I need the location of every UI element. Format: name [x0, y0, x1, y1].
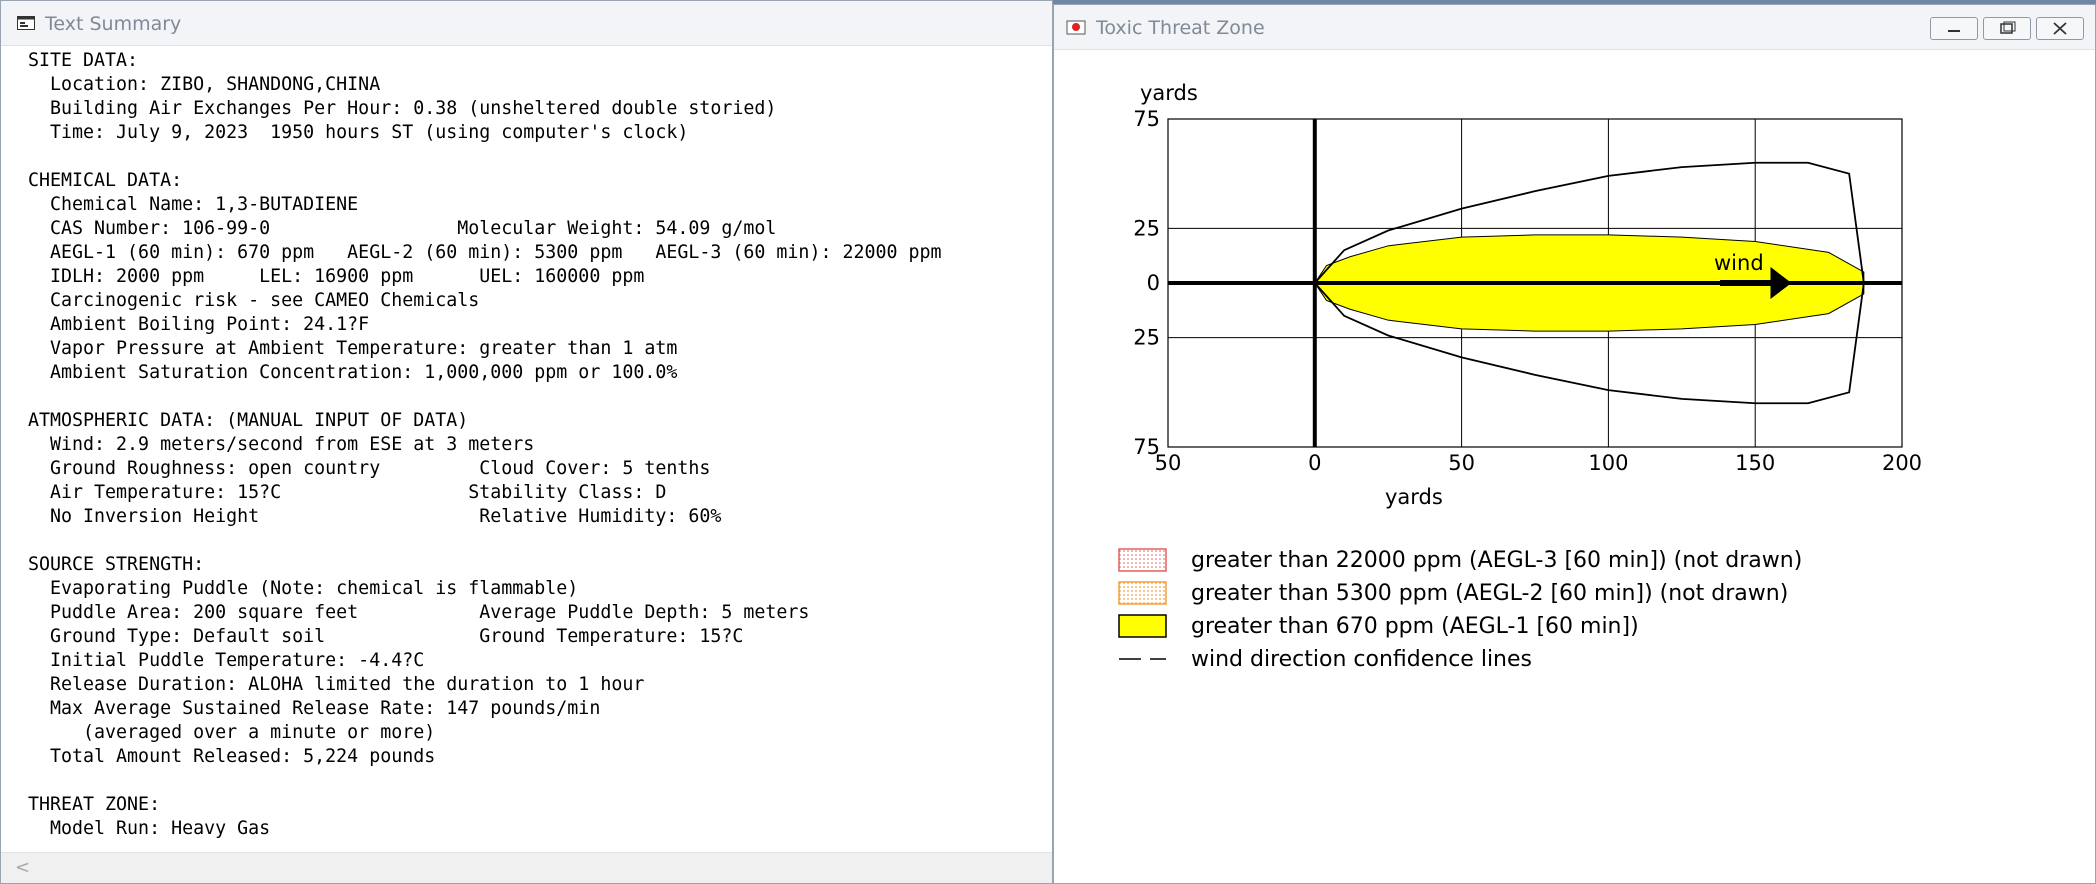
threat-zone-window: Toxic Threat Zone yards yards 50 0 50 100 15…	[1053, 4, 2096, 884]
text-summary-title: Text Summary	[45, 13, 182, 35]
threat-zone-plot[interactable]: yards yards 50 0 50 100 150 200752502575 wind…	[1054, 49, 2095, 883]
text-summary-app-icon	[17, 16, 35, 30]
maximize-button[interactable]	[1983, 17, 2031, 40]
legend-label-aegl2: greater than 5300 ppm (AEGL-2 [60 min]) …	[1191, 581, 1788, 606]
y-tick-label: 25	[1133, 326, 1160, 350]
x-tick-label: 150	[1735, 451, 1775, 475]
legend-item-aegl2: greater than 5300 ppm (AEGL-2 [60 min]) …	[1118, 581, 1788, 606]
legend-item-confidence: wind direction confidence lines	[1119, 647, 1532, 672]
x-tick-label: 0	[1308, 451, 1321, 475]
legend-item-aegl3: greater than 22000 ppm (AEGL-3 [60 min])…	[1118, 548, 1802, 573]
x-tick-label: 50	[1448, 451, 1475, 475]
y-tick-label: 25	[1133, 216, 1160, 240]
close-icon	[2053, 22, 2067, 35]
x-axis-label: yards	[1385, 485, 1443, 509]
threat-zone-title: Toxic Threat Zone	[1096, 17, 1265, 39]
y-tick-label: 0	[1147, 271, 1160, 295]
threat-zone-app-icon	[1066, 20, 1086, 35]
legend-swatch-aegl1	[1118, 614, 1167, 638]
x-tick-label: 200	[1882, 451, 1922, 475]
legend-label-aegl1: greater than 670 ppm (AEGL-1 [60 min])	[1191, 614, 1639, 639]
legend-label-aegl3: greater than 22000 ppm (AEGL-3 [60 min])…	[1191, 548, 1802, 573]
text-summary-content[interactable]: SITE DATA: Location: ZIBO, SHANDONG,CHIN…	[28, 49, 942, 841]
text-summary-window: Text Summary SITE DATA: Location: ZIBO, …	[0, 0, 1053, 884]
scroll-left-arrow-icon[interactable]: <	[15, 857, 30, 878]
legend-swatch-aegl3	[1118, 548, 1167, 572]
close-button[interactable]	[2036, 17, 2084, 40]
legend-item-aegl1: greater than 670 ppm (AEGL-1 [60 min])	[1118, 614, 1639, 639]
text-summary-titlebar[interactable]: Text Summary	[1, 1, 1052, 46]
y-tick-label: 75	[1133, 435, 1160, 459]
legend-swatch-aegl2	[1118, 581, 1167, 605]
minimize-icon	[1948, 30, 1960, 32]
minimize-button[interactable]	[1930, 17, 1978, 40]
legend-label-confidence: wind direction confidence lines	[1191, 647, 1532, 672]
y-tick-label: 75	[1133, 107, 1160, 131]
x-tick-label: 100	[1588, 451, 1628, 475]
restore-icon	[2000, 21, 2016, 34]
threat-zone-titlebar[interactable]: Toxic Threat Zone	[1054, 5, 2095, 50]
legend: greater than 22000 ppm (AEGL-3 [60 min])…	[1118, 548, 1802, 672]
y-axis-label: yards	[1140, 81, 1198, 105]
horizontal-scrollbar[interactable]: <	[1, 852, 1052, 883]
wind-label: wind	[1714, 251, 1764, 275]
